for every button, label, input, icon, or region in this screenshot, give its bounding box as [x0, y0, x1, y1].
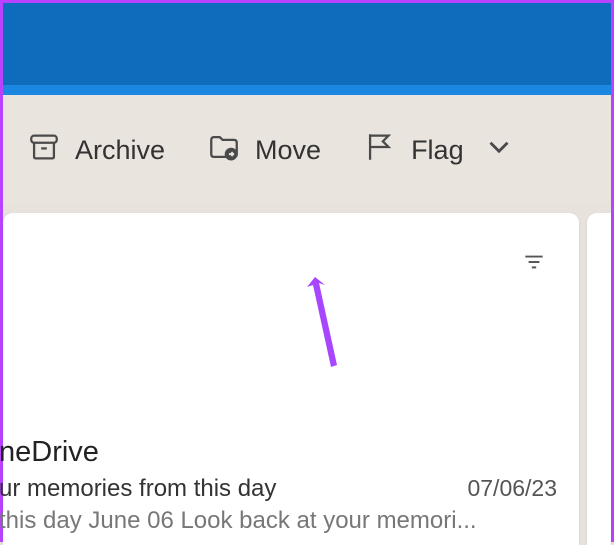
email-list-panel: neDrive ur memories from this day 07/06/… — [3, 213, 579, 545]
flag-label: Flag — [411, 135, 464, 166]
email-sender: neDrive — [0, 436, 557, 469]
filter-button[interactable] — [521, 249, 547, 280]
app-header-accent — [3, 85, 611, 95]
app-header-bar — [3, 3, 611, 85]
move-folder-icon — [207, 130, 241, 171]
move-button[interactable]: Move — [207, 130, 321, 171]
archive-label: Archive — [75, 135, 165, 166]
content-area: neDrive ur memories from this day 07/06/… — [3, 205, 611, 545]
email-list-item[interactable]: neDrive ur memories from this day 07/06/… — [3, 436, 579, 535]
email-preview: this day June 06 Look back at your memor… — [0, 507, 557, 535]
flag-icon — [363, 130, 397, 171]
message-toolbar: Archive Move Flag — [3, 95, 611, 205]
email-date: 07/06/23 — [467, 475, 557, 502]
email-subject: ur memories from this day — [0, 475, 276, 503]
flag-button[interactable]: Flag — [363, 130, 516, 171]
move-label: Move — [255, 135, 321, 166]
archive-icon — [27, 130, 61, 171]
email-subject-row: ur memories from this day 07/06/23 — [3, 475, 557, 503]
annotation-arrow — [293, 269, 353, 379]
reading-pane-edge — [587, 213, 611, 545]
archive-button[interactable]: Archive — [27, 130, 165, 171]
chevron-down-icon[interactable] — [482, 130, 516, 171]
